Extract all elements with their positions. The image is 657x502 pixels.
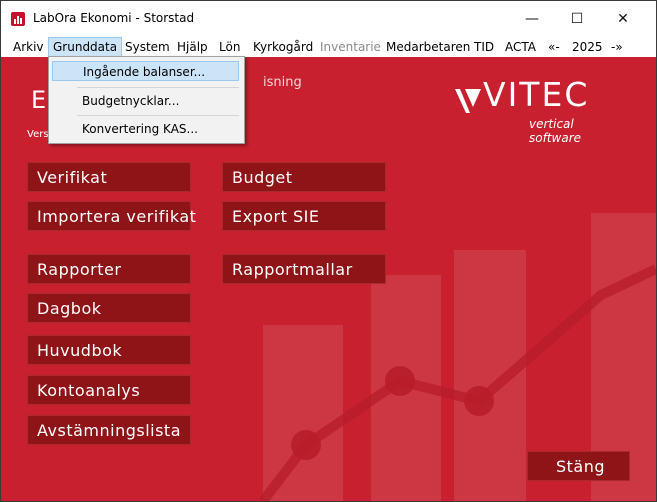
menu-lon[interactable]: Lön <box>215 38 244 56</box>
dropdown-separator <box>77 87 239 88</box>
window-title: LabOra Ekonomi - Storstad <box>33 11 195 25</box>
minimize-button[interactable]: — <box>510 4 554 34</box>
export-sie-button[interactable]: Export SIE <box>222 201 386 231</box>
dropdown-item-ingaende-balanser[interactable]: Ingående balanser... <box>52 61 239 81</box>
dagbok-button[interactable]: Dagbok <box>27 293 191 323</box>
vitec-logo-icon <box>455 89 481 113</box>
title-bar: LabOra Ekonomi - Storstad — ☐ ✕ <box>1 1 656 37</box>
stang-button[interactable]: Stäng <box>527 451 630 481</box>
dropdown-separator <box>77 115 239 116</box>
huvudbok-button[interactable]: Huvudbok <box>27 335 191 365</box>
kontoanalys-button[interactable]: Kontoanalys <box>27 375 191 405</box>
dropdown-item-konvertering-kas[interactable]: Konvertering KAS... <box>52 119 239 139</box>
vitec-logo: VITEC vertical software <box>453 75 628 145</box>
menu-arkiv[interactable]: Arkiv <box>9 38 48 56</box>
version-text: Vers <box>27 129 49 140</box>
menu-kyrkogard[interactable]: Kyrkogård <box>249 38 317 56</box>
menu-bar: Arkiv Grunddata System Hjälp Lön Kyrkogå… <box>1 37 656 57</box>
logo-wordmark: VITEC <box>483 75 590 114</box>
maximize-button[interactable]: ☐ <box>555 4 599 34</box>
importera-verifikat-button[interactable]: Importera verifikat <box>27 201 196 231</box>
menu-next-year[interactable]: -» <box>607 38 627 56</box>
app-window: LabOra Ekonomi - Storstad — ☐ ✕ Arkiv Gr… <box>0 0 657 502</box>
dropdown-item-budgetnycklar[interactable]: Budgetnycklar... <box>52 91 239 111</box>
avstamningslista-button[interactable]: Avstämningslista <box>27 415 191 445</box>
app-chart-icon <box>11 12 25 26</box>
rapporter-button[interactable]: Rapporter <box>27 254 191 284</box>
rapportmallar-button[interactable]: Rapportmallar <box>222 254 386 284</box>
menu-grunddata[interactable]: Grunddata <box>48 37 123 57</box>
menu-previous-year[interactable]: «- <box>544 38 564 56</box>
menu-tid[interactable]: TID <box>470 38 498 56</box>
logo-tagline: vertical software <box>529 117 582 145</box>
verifikat-button[interactable]: Verifikat <box>27 162 191 192</box>
budget-button[interactable]: Budget <box>222 162 386 192</box>
menu-system[interactable]: System <box>121 38 174 56</box>
page-subheading: isning <box>263 75 302 90</box>
menu-acta[interactable]: ACTA <box>501 38 540 56</box>
menu-year[interactable]: 2025 <box>568 38 607 56</box>
grunddata-dropdown-menu: Ingående balanser... Budgetnycklar... Ko… <box>48 56 245 144</box>
close-button[interactable]: ✕ <box>601 4 645 34</box>
menu-hjalp[interactable]: Hjälp <box>173 38 212 56</box>
page-heading: E <box>31 86 47 114</box>
menu-inventarie: Inventarie <box>320 40 381 54</box>
menu-medarbetaren[interactable]: Medarbetaren <box>382 38 474 56</box>
